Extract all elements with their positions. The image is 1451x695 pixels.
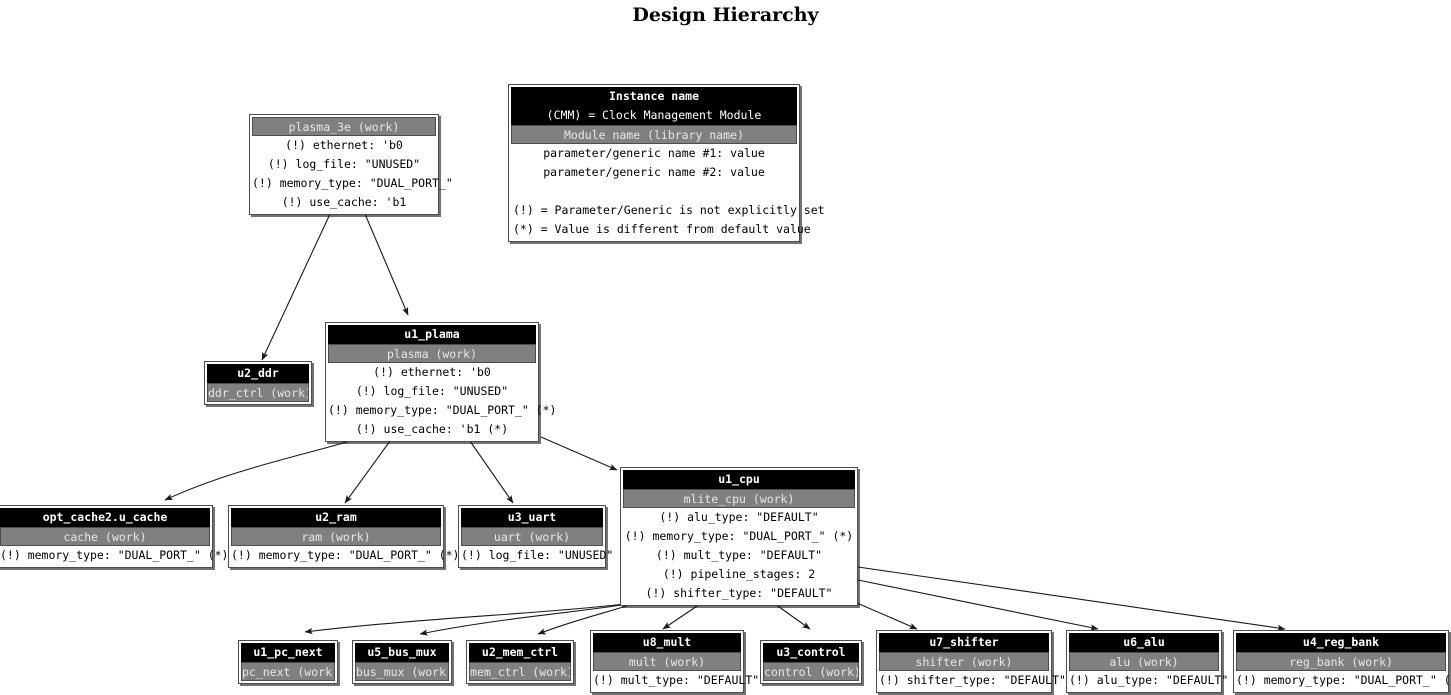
node-opt_cache2_u_cache-params: (!) memory_type: "DUAL_PORT_" (*) (0, 546, 229, 565)
node-u3_control[interactable]: u3_control control (work) (760, 640, 862, 684)
node-u8_mult-instance: u8_mult (593, 633, 741, 652)
node-u3_uart-param-0: (!) log_file: "UNUSED" (461, 548, 614, 562)
node-plasma_3e-params: (!) ethernet: 'b0 (!) log_file: "UNUSED"… (252, 136, 453, 212)
node-u1_pc_next-module: pc_next (work) (241, 662, 335, 681)
legend-note-bang: (!) = Parameter/Generic is not explicitl… (513, 203, 825, 217)
legend-instance-label: Instance name (608, 89, 699, 103)
node-u1_plama-instance: u1_plama (328, 325, 536, 344)
edge-u1plama-u3uart (469, 440, 514, 504)
node-u1_cpu-param-0: (!) alu_type: "DEFAULT" (659, 510, 819, 524)
edge-plasma3e-u2ddr (261, 213, 331, 361)
node-u7_shifter-param-0: (!) shifter_type: "DEFAULT" (879, 673, 1066, 687)
edge-u1plama-optcache (164, 440, 351, 501)
legend-box: Instance name (CMM) = Clock Management M… (508, 84, 825, 242)
node-u6_alu-module: alu (work) (1069, 652, 1219, 671)
edge-u1cpu-u6alu (857, 579, 1099, 631)
legend-param-1: parameter/generic name #1: value (543, 146, 765, 160)
node-u1_plama-param-2: (!) memory_type: "DUAL_PORT_" (*) (328, 403, 557, 417)
legend-spacer (511, 182, 797, 201)
node-u7_shifter-module: shifter (work) (879, 652, 1049, 671)
node-u2_ram-module: ram (work) (231, 527, 441, 546)
node-u1_pc_next-instance: u1_pc_next (241, 643, 335, 662)
node-u2_ram-instance: u2_ram (231, 508, 441, 527)
node-opt_cache2_u_cache[interactable]: opt_cache2.u_cache cache (work) (!) memo… (0, 505, 229, 568)
node-u1_cpu-module: mlite_cpu (work) (623, 489, 855, 508)
node-u1_plama-module: plasma (work) (328, 344, 536, 363)
node-u2_mem_ctrl[interactable]: u2_mem_ctrl mem_ctrl (work) (466, 640, 574, 684)
node-opt_cache2_u_cache-param-0: (!) memory_type: "DUAL_PORT_" (*) (0, 548, 229, 562)
node-plasma_3e-module: plasma_3e (work) (252, 117, 436, 136)
node-u3_control-instance: u3_control (763, 643, 859, 662)
node-plasma_3e-param-0: (!) ethernet: 'b0 (285, 138, 403, 152)
node-u8_mult-module: mult (work) (593, 652, 741, 671)
node-plasma_3e[interactable]: plasma_3e (work) (!) ethernet: 'b0 (!) l… (249, 114, 453, 215)
node-opt_cache2_u_cache-instance: opt_cache2.u_cache (0, 508, 210, 527)
node-u6_alu-params: (!) alu_type: "DEFAULT" (1069, 671, 1229, 690)
node-u1_plama-param-1: (!) log_file: "UNUSED" (355, 384, 509, 398)
node-u8_mult-params: (!) mult_type: "DEFAULT" (593, 671, 760, 690)
node-u1_cpu-param-2: (!) mult_type: "DEFAULT" (655, 548, 823, 562)
node-u2_ram-params: (!) memory_type: "DUAL_PORT_" (*) (231, 546, 460, 565)
legend-params: parameter/generic name #1: value paramet… (511, 144, 825, 239)
node-u8_mult[interactable]: u8_mult mult (work) (!) mult_type: "DEFA… (590, 630, 760, 693)
node-u3_uart-instance: u3_uart (461, 508, 603, 527)
node-u3_uart[interactable]: u3_uart uart (work) (!) log_file: "UNUSE… (458, 505, 614, 568)
node-u4_reg_bank-module: reg_bank (work) (1236, 652, 1446, 671)
node-u4_reg_bank-param-0: (!) memory_type: "DUAL_PORT_" (*) (1236, 673, 1451, 687)
node-u2_mem_ctrl-module: mem_ctrl (work) (469, 662, 571, 681)
node-u7_shifter-instance: u7_shifter (879, 633, 1049, 652)
node-u1_cpu-param-3: (!) pipeline_stages: 2 (662, 567, 816, 581)
node-u1_cpu-param-4: (!) shifter_type: "DEFAULT" (645, 586, 833, 600)
node-u2_ddr-module: ddr_ctrl (work) (207, 383, 309, 402)
node-u6_alu[interactable]: u6_alu alu (work) (!) alu_type: "DEFAULT… (1066, 630, 1229, 693)
node-u1_cpu[interactable]: u1_cpu mlite_cpu (work) (!) alu_type: "D… (620, 467, 858, 606)
node-u1_cpu-params: (!) alu_type: "DEFAULT" (!) memory_type:… (623, 508, 855, 603)
edge-u1plama-u2ram (344, 440, 391, 504)
node-u6_alu-param-0: (!) alu_type: "DEFAULT" (1069, 673, 1229, 687)
node-u1_cpu-param-1: (!) memory_type: "DUAL_PORT_" (*) (624, 529, 854, 543)
node-u7_shifter-params: (!) shifter_type: "DEFAULT" (879, 671, 1066, 690)
node-u4_reg_bank-params: (!) memory_type: "DUAL_PORT_" (*) (1236, 671, 1451, 690)
design-hierarchy-canvas: Design Hierarchy Instance name (CMM) = C… (0, 0, 1451, 695)
edge-plasma3e-u1plama (364, 213, 409, 316)
edge-u1plama-u1cpu (540, 436, 618, 471)
node-u3_control-module: control (work) (763, 662, 859, 681)
node-plasma_3e-param-3: (!) use_cache: 'b1 (281, 195, 407, 209)
legend-instance-bar: Instance name (CMM) = Clock Management M… (511, 87, 797, 125)
node-plasma_3e-param-2: (!) memory_type: "DUAL_PORT_" (252, 176, 453, 190)
node-u1_plama-params: (!) ethernet: 'b0 (!) log_file: "UNUSED"… (328, 363, 557, 439)
node-u2_mem_ctrl-instance: u2_mem_ctrl (469, 643, 571, 662)
node-u2_ram[interactable]: u2_ram ram (work) (!) memory_type: "DUAL… (228, 505, 460, 568)
node-u1_plama[interactable]: u1_plama plasma (work) (!) ethernet: 'b0… (325, 322, 557, 442)
node-u2_ddr[interactable]: u2_ddr ddr_ctrl (work) (204, 361, 312, 405)
node-u2_ram-param-0: (!) memory_type: "DUAL_PORT_" (*) (231, 548, 460, 562)
node-u4_reg_bank-instance: u4_reg_bank (1236, 633, 1446, 652)
edge-u1cpu-u1pcnext (304, 603, 626, 635)
node-u3_uart-params: (!) log_file: "UNUSED" (461, 546, 614, 565)
edge-u1cpu-u3control (774, 603, 811, 630)
legend-note-star: (*) = Value is different from default va… (513, 222, 811, 236)
node-u5_bus_mux-module: bus_mux (work) (355, 662, 449, 681)
node-u5_bus_mux[interactable]: u5_bus_mux bus_mux (work) (352, 640, 452, 684)
node-u8_mult-param-0: (!) mult_type: "DEFAULT" (593, 673, 760, 687)
legend-module-bar: Module name (library name) (511, 125, 797, 144)
node-u1_plama-param-3: (!) use_cache: 'b1 (*) (355, 422, 509, 436)
page-title: Design Hierarchy (632, 4, 819, 26)
node-u2_ddr-instance: u2_ddr (207, 364, 309, 383)
node-u3_uart-module: uart (work) (461, 527, 603, 546)
node-u5_bus_mux-instance: u5_bus_mux (355, 643, 449, 662)
edge-u1cpu-u4regbank (857, 566, 1286, 632)
node-u4_reg_bank[interactable]: u4_reg_bank reg_bank (work) (!) memory_t… (1233, 630, 1451, 693)
edge-u1cpu-u8mult (662, 603, 701, 630)
node-u1_plama-param-0: (!) ethernet: 'b0 (373, 365, 491, 379)
node-plasma_3e-param-1: (!) log_file: "UNUSED" (267, 157, 421, 171)
node-u7_shifter[interactable]: u7_shifter shifter (work) (!) shifter_ty… (876, 630, 1066, 693)
node-u1_pc_next[interactable]: u1_pc_next pc_next (work) (238, 640, 338, 684)
legend-cmm-note: (CMM) = Clock Management Module (546, 108, 762, 122)
legend-param-2: parameter/generic name #2: value (543, 165, 765, 179)
node-u1_cpu-instance: u1_cpu (623, 470, 855, 489)
edge-u1cpu-u7shifter (849, 599, 918, 630)
node-u6_alu-instance: u6_alu (1069, 633, 1219, 652)
node-opt_cache2_u_cache-module: cache (work) (0, 527, 210, 546)
